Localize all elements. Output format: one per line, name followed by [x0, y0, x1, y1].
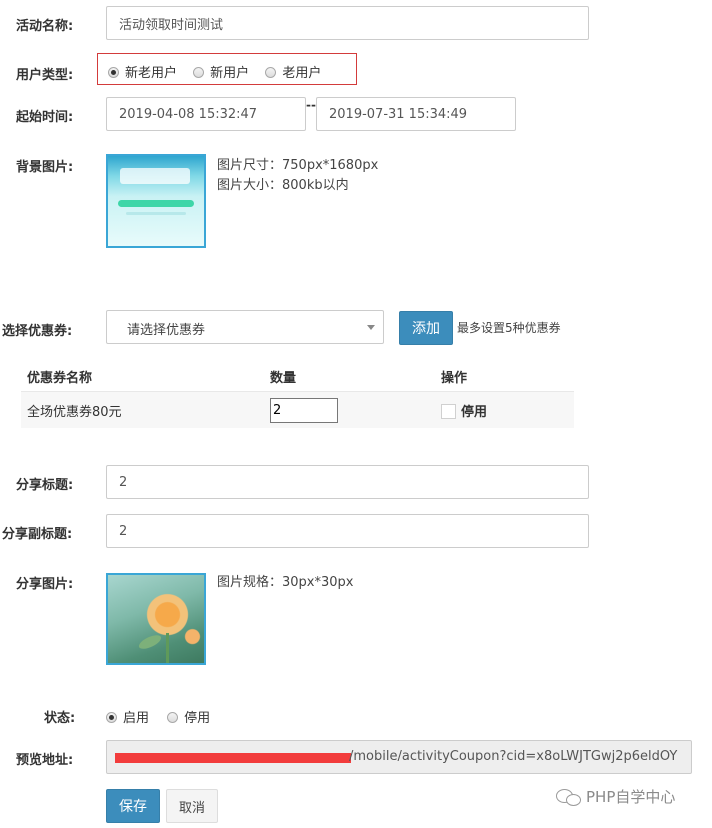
redaction-bar [115, 753, 351, 763]
cancel-button[interactable]: 取消 [166, 789, 218, 823]
coupon-table-header-row: 优惠券名称 数量 操作 [21, 361, 574, 392]
radio-unchecked-icon [265, 67, 277, 78]
activity-name-input[interactable] [106, 6, 589, 40]
add-coupon-button[interactable]: 添加 [399, 311, 453, 345]
coupon-name-cell: 全场优惠券80元 [21, 391, 266, 428]
preview-url-text: /mobile/activityCoupon?cid=x8oLWJTGwj2p6… [349, 749, 678, 764]
watermark-text: PHP自学中心 [586, 788, 676, 806]
preview-url-label: 预览地址: [16, 753, 74, 768]
thumbnail-banner-shape [120, 168, 190, 184]
background-filesize-hint: 图片大小：800kb以内 [217, 178, 349, 193]
activity-name-label: 活动名称: [16, 19, 74, 34]
time-label: 起始时间: [16, 110, 74, 125]
coupon-table: 优惠券名称 数量 操作 全场优惠券80元 停用 [21, 361, 574, 428]
coupon-select[interactable]: 请选择优惠券 [106, 310, 384, 344]
coupon-select-label: 选择优惠券: [2, 324, 73, 339]
coupon-action-cell: 停用 [433, 391, 574, 428]
status-option-disabled[interactable]: 停用 [167, 707, 210, 726]
status-radio-group: 启用 停用 [106, 707, 222, 726]
chevron-down-icon [367, 325, 375, 330]
share-title-label: 分享标题: [16, 478, 74, 493]
user-type-option-new-label: 新用户 [210, 66, 250, 81]
save-button[interactable]: 保存 [106, 789, 160, 823]
thumbnail-button-shape [118, 200, 194, 207]
user-type-option-all[interactable]: 新老用户 [108, 62, 177, 81]
time-separator: -- [306, 98, 316, 112]
coupon-disable-checkbox[interactable] [441, 403, 456, 419]
share-image-label: 分享图片: [16, 577, 74, 592]
table-row: 全场优惠券80元 停用 [21, 391, 574, 428]
share-subtitle-input[interactable] [106, 514, 589, 548]
flower-stem-shape [166, 633, 169, 663]
status-option-enabled-label: 启用 [123, 711, 150, 726]
watermark: PHP自学中心 [556, 786, 675, 807]
user-type-radio-group: 新老用户 新用户 老用户 [97, 53, 357, 85]
radio-unchecked-icon [193, 67, 205, 78]
radio-unchecked-icon [167, 712, 179, 723]
thumbnail-line-shape [126, 212, 186, 215]
preview-url-field[interactable]: /mobile/activityCoupon?cid=x8oLWJTGwj2p6… [106, 740, 692, 774]
user-type-label: 用户类型: [16, 68, 74, 83]
coupon-table-header-name: 优惠券名称 [21, 361, 266, 392]
coupon-quantity-input[interactable] [270, 397, 338, 423]
background-size-hint: 图片尺寸：750px*1680px [217, 158, 379, 173]
flower-leaf-shape [137, 632, 163, 652]
radio-checked-icon [108, 67, 119, 78]
coupon-quantity-cell [266, 391, 433, 428]
status-option-enabled[interactable]: 启用 [106, 707, 149, 726]
radio-checked-icon [106, 712, 117, 723]
end-time-input[interactable] [316, 97, 516, 131]
coupon-table-header-action: 操作 [433, 361, 574, 392]
user-type-option-all-label: 新老用户 [125, 66, 178, 81]
user-type-option-new[interactable]: 新用户 [193, 62, 249, 81]
share-title-input[interactable] [106, 465, 589, 499]
wechat-icon [556, 789, 582, 806]
share-subtitle-label: 分享副标题: [2, 527, 73, 542]
user-type-option-old-label: 老用户 [282, 66, 322, 81]
share-image-spec-hint: 图片规格：30px*30px [217, 575, 354, 590]
coupon-limit-hint: 最多设置5种优惠券 [457, 321, 561, 335]
status-label: 状态: [44, 711, 76, 726]
share-image-thumbnail[interactable] [106, 573, 206, 665]
status-option-disabled-label: 停用 [184, 711, 211, 726]
coupon-select-placeholder: 请选择优惠券 [127, 323, 206, 338]
background-image-label: 背景图片: [16, 160, 74, 175]
background-image-thumbnail[interactable] [106, 154, 206, 248]
user-type-option-old[interactable]: 老用户 [265, 62, 321, 81]
start-time-input[interactable] [106, 97, 306, 131]
coupon-disable-label: 停用 [461, 404, 488, 420]
coupon-table-header-quantity: 数量 [266, 361, 433, 392]
